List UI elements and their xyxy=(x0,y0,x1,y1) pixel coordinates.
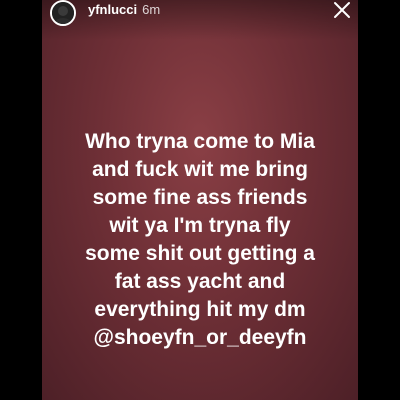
story-header: yfnlucci 6m xyxy=(88,2,160,18)
screen-frame: yfnlucci 6m Who tryna come to Mia and fuc… xyxy=(0,0,400,400)
story-viewer[interactable]: yfnlucci 6m Who tryna come to Mia and fuc… xyxy=(42,0,358,400)
story-text-line: some fine ass friends xyxy=(92,186,308,209)
story-text-line: everything hit my dm xyxy=(94,298,306,321)
story-text-line: Who tryna come to Mia xyxy=(85,130,315,153)
mention-link[interactable]: @shoeyfn_or_deeyfn xyxy=(42,324,358,352)
timestamp: 6m xyxy=(142,2,161,17)
story-text-line: fat ass yacht and xyxy=(114,270,286,293)
story-text-line: and fuck wit me bring xyxy=(92,158,308,181)
avatar-icon xyxy=(52,2,74,24)
story-text-line: wit ya I'm tryna fly xyxy=(109,214,291,237)
profile-avatar[interactable] xyxy=(50,0,76,26)
username[interactable]: yfnlucci xyxy=(88,2,137,17)
story-text-line: some shit out getting a xyxy=(85,242,315,265)
close-button[interactable] xyxy=(332,0,352,20)
close-icon xyxy=(334,2,350,18)
story-text: Who tryna come to Mia and fuck wit me br… xyxy=(42,128,358,352)
